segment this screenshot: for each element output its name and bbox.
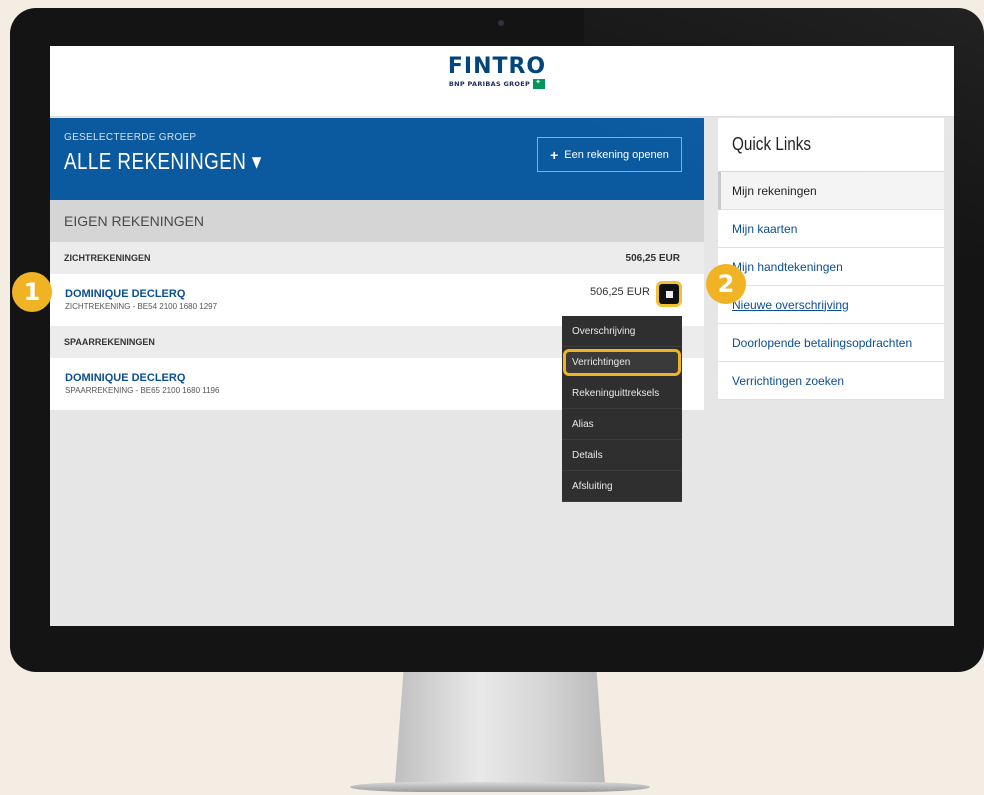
menu-item-verrichtingen[interactable]: Verrichtingen [563,349,681,376]
monitor-stand [395,672,605,784]
open-account-label: Een rekening openen [564,148,669,161]
logo-text: FINTRO [447,54,547,79]
fintro-logo[interactable]: FINTRO BNP PARIBAS GROEP [432,54,562,89]
caret-down-icon: ▾ [246,148,262,174]
callout-badge-1: 1 [12,272,52,312]
quick-link-nieuwe-overschrijving[interactable]: Nieuwe overschrijving [718,286,944,324]
group-title: ALLE REKENINGEN [64,148,247,174]
account-actions-menu: Overschrijving Verrichtingen Rekeninguit… [562,316,682,502]
zicht-label: ZICHTREKENINGEN [64,253,151,263]
menu-square-icon [665,290,673,298]
zicht-total: 506,25 EUR [625,252,680,264]
menu-item-rekeninguittreksels[interactable]: Rekeninguittreksels [562,378,682,409]
quick-links-title-text: Quick Links [732,134,812,154]
logo-subtitle: BNP PARIBAS GROEP [432,78,562,89]
logo-subtitle-text: BNP PARIBAS GROEP [448,80,531,88]
account-number: SPAARREKENING - BE65 2100 1680 1196 [65,386,220,395]
quick-link-mijn-kaarten[interactable]: Mijn kaarten [718,210,944,248]
menu-item-overschrijving[interactable]: Overschrijving [562,316,682,347]
screen: FINTRO BNP PARIBAS GROEP GESELECTEERDE G… [50,46,954,626]
monitor-frame: FINTRO BNP PARIBAS GROEP GESELECTEERDE G… [10,8,984,672]
section-title: EIGEN REKENINGEN [50,200,704,242]
account-amount: 506,25 EUR [590,286,650,298]
quick-link-handtekeningen[interactable]: Mijn handtekeningen [718,248,944,286]
group-selector[interactable]: ALLE REKENINGEN ▾ [64,148,262,175]
zicht-subheader: ZICHTREKENINGEN 506,25 EUR [50,242,704,274]
quick-link-nieuwe-overschrijving-text: Nieuwe overschrijving [732,297,849,312]
camera [498,20,504,26]
account-menu-button[interactable] [659,284,679,304]
open-account-button[interactable]: + Een rekening openen [537,137,682,172]
quick-link-mijn-rekeningen[interactable]: Mijn rekeningen [718,172,944,210]
menu-item-details[interactable]: Details [562,440,682,471]
quick-links-title: Quick Links [718,118,944,172]
monitor-base [350,782,650,792]
spaar-label: SPAARREKENINGEN [64,337,155,347]
bnp-star-icon [533,78,546,89]
quick-link-doorlopende-opdrachten[interactable]: Doorlopende betalingsopdrachten [718,324,944,362]
account-name[interactable]: DOMINIQUE DECLERQ [65,288,185,300]
quick-links-panel: Quick Links Mijn rekeningen Mijn kaarten… [718,118,944,400]
group-kicker: GESELECTEERDE GROEP [64,132,197,143]
plus-icon: + [550,146,559,163]
account-number: ZICHTREKENING - BE54 2100 1680 1297 [65,302,218,311]
account-name[interactable]: DOMINIQUE DECLERQ [65,372,185,384]
group-banner: GESELECTEERDE GROEP ALLE REKENINGEN ▾ + … [50,118,704,200]
quick-link-verrichtingen-zoeken[interactable]: Verrichtingen zoeken [718,362,944,400]
top-header: FINTRO BNP PARIBAS GROEP [50,46,954,117]
menu-item-afsluiting[interactable]: Afsluiting [562,471,682,502]
menu-item-alias[interactable]: Alias [562,409,682,440]
callout-badge-2: 2 [706,264,746,304]
